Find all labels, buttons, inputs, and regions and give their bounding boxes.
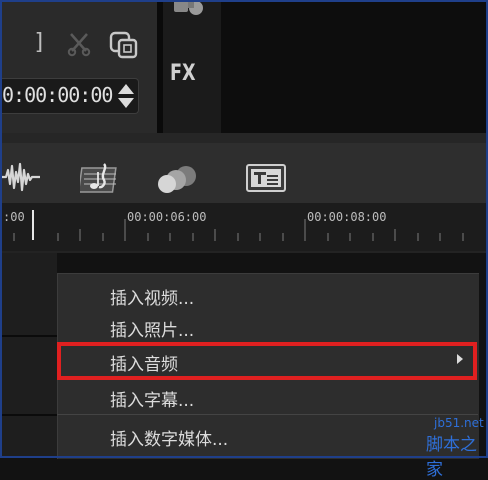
library-content-area — [221, 0, 488, 133]
menu-separator — [57, 414, 478, 415]
track-headers — [0, 253, 57, 458]
copy-icon[interactable] — [109, 31, 139, 59]
ruler-label-0: :00 — [3, 210, 25, 224]
ruler-label-1: 00:00:06:00 — [127, 210, 207, 224]
overlay-spheres-icon[interactable] — [156, 164, 200, 194]
menu-item-insert-video[interactable]: 插入视频... — [110, 284, 194, 309]
menu-item-insert-digital-media[interactable]: 插入数字媒体... — [110, 425, 228, 450]
highlight-annotation — [57, 342, 477, 380]
title-track-icon[interactable] — [246, 163, 286, 193]
menu-item-insert-photo[interactable]: 插入照片... — [110, 316, 194, 341]
audio-waveform-icon[interactable] — [2, 160, 40, 194]
track-divider — [0, 414, 57, 416]
music-track-icon[interactable] — [80, 160, 122, 196]
timeline-toolbar — [0, 143, 488, 203]
library-media-icon[interactable] — [168, 0, 212, 18]
fx-button[interactable]: FX — [170, 61, 196, 86]
watermark-url: jb51.net — [434, 416, 484, 430]
watermark-brand: 脚本之家 — [426, 435, 477, 480]
ruler-label-2: 00:00:08:00 — [307, 210, 387, 224]
timecode-value: 0:00:00:00 — [2, 83, 113, 107]
track-divider — [0, 335, 57, 337]
playhead[interactable] — [32, 210, 34, 240]
scissors-icon[interactable] — [66, 31, 92, 57]
timecode-spinner-icon[interactable] — [117, 82, 135, 110]
mark-out-button[interactable]: ] — [33, 30, 46, 55]
menu-item-insert-subtitle[interactable]: 插入字幕... — [110, 386, 194, 411]
ruler-ticks — [0, 219, 488, 253]
toolbar-top-strip — [0, 133, 488, 143]
